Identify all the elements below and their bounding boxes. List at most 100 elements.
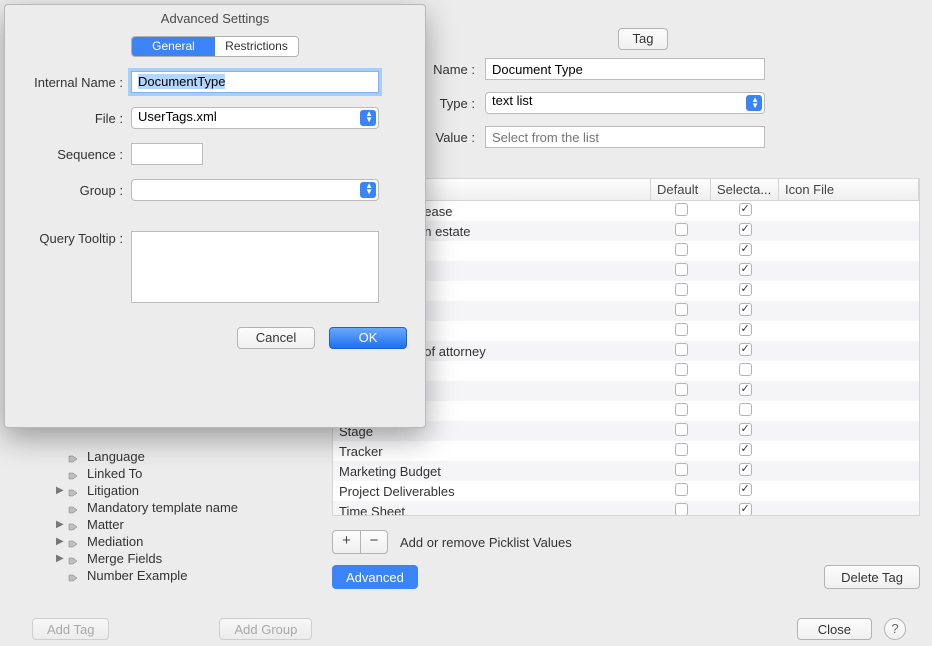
sidebar-item[interactable]: Linked To: [38, 465, 298, 482]
advanced-settings-dialog: Advanced Settings General Restrictions I…: [4, 4, 426, 428]
add-picklist-button[interactable]: +: [332, 530, 360, 554]
cell-selectable[interactable]: [711, 203, 779, 219]
disclosure-icon[interactable]: ▶: [56, 553, 68, 564]
type-select[interactable]: text list ▲▼: [485, 92, 765, 114]
tab-restrictions[interactable]: Restrictions: [215, 37, 298, 56]
cell-default[interactable]: [651, 483, 711, 499]
th-iconfile[interactable]: Icon File: [779, 179, 919, 200]
dialog-tabs: General Restrictions: [131, 36, 299, 57]
cell-default[interactable]: [651, 223, 711, 239]
cell-selectable[interactable]: [711, 403, 779, 419]
sidebar-item-label: Mandatory template name: [87, 500, 238, 515]
table-row[interactable]: Marketing Budget: [333, 461, 919, 481]
sequence-input[interactable]: [131, 143, 203, 165]
disclosure-icon[interactable]: ▶: [56, 519, 68, 530]
cell-default[interactable]: [651, 303, 711, 319]
table-row[interactable]: Tracker: [333, 441, 919, 461]
ok-button[interactable]: OK: [329, 327, 407, 349]
cell-selectable[interactable]: [711, 283, 779, 299]
picklist-controls: + − Add or remove Picklist Values: [332, 530, 920, 554]
th-default[interactable]: Default: [651, 179, 711, 200]
cell-selectable[interactable]: [711, 363, 779, 379]
cell-selectable[interactable]: [711, 483, 779, 499]
cell-default[interactable]: [651, 343, 711, 359]
picklist-label: Add or remove Picklist Values: [400, 535, 572, 550]
tag-tree[interactable]: Language Linked To ▶ Litigation Mandatory te…: [38, 448, 298, 584]
disclosure-icon[interactable]: ▶: [56, 536, 68, 547]
sidebar-item-label: Litigation: [87, 483, 139, 498]
internal-name-label: Internal Name :: [15, 75, 131, 90]
file-select-value: UserTags.xml: [138, 109, 217, 124]
cell-default[interactable]: [651, 403, 711, 419]
th-selectable[interactable]: Selecta...: [711, 179, 779, 200]
sidebar-item[interactable]: Language: [38, 448, 298, 465]
cell-selectable[interactable]: [711, 463, 779, 479]
tooltip-textarea[interactable]: [131, 231, 379, 303]
tab-general[interactable]: General: [132, 37, 215, 56]
file-label: File :: [15, 111, 131, 126]
cell-value: Tracker: [333, 444, 651, 459]
cell-default[interactable]: [651, 263, 711, 279]
tag-icon: [68, 503, 82, 513]
tag-icon: [68, 469, 82, 479]
delete-tag-button[interactable]: Delete Tag: [824, 565, 920, 589]
sidebar-item-label: Language: [87, 449, 145, 464]
add-group-button[interactable]: Add Group: [219, 618, 312, 640]
help-button[interactable]: ?: [884, 618, 906, 640]
sidebar-item-label: Linked To: [87, 466, 142, 481]
internal-name-input[interactable]: DocumentType: [131, 71, 379, 93]
cell-selectable[interactable]: [711, 323, 779, 339]
sidebar-item[interactable]: ▶ Mediation: [38, 533, 298, 550]
group-select[interactable]: ▲▼: [131, 179, 379, 201]
cell-default[interactable]: [651, 443, 711, 459]
tag-icon: [68, 554, 82, 564]
sidebar-item[interactable]: ▶ Litigation: [38, 482, 298, 499]
chevron-updown-icon: ▲▼: [365, 111, 373, 123]
bottom-left-buttons: Add Tag Add Group: [32, 618, 312, 640]
cell-selectable[interactable]: [711, 243, 779, 259]
group-label: Group :: [15, 183, 131, 198]
cell-default[interactable]: [651, 283, 711, 299]
sidebar-item-label: Mediation: [87, 534, 143, 549]
sidebar-item[interactable]: ▶ Merge Fields: [38, 550, 298, 567]
remove-picklist-button[interactable]: −: [360, 530, 388, 554]
advanced-button[interactable]: Advanced: [332, 565, 418, 589]
sequence-label: Sequence :: [15, 147, 131, 162]
sidebar-item[interactable]: ▶ Matter: [38, 516, 298, 533]
add-tag-button[interactable]: Add Tag: [32, 618, 109, 640]
value-input[interactable]: [485, 126, 765, 148]
tag-icon: [68, 486, 82, 496]
cancel-button[interactable]: Cancel: [237, 327, 315, 349]
cell-value: Time Sheet: [333, 504, 651, 516]
cell-selectable[interactable]: [711, 263, 779, 279]
type-select-value: text list: [492, 93, 532, 108]
cell-selectable[interactable]: [711, 503, 779, 515]
table-row[interactable]: Time Sheet: [333, 501, 919, 515]
cell-default[interactable]: [651, 383, 711, 399]
cell-selectable[interactable]: [711, 443, 779, 459]
sidebar-item-label: Matter: [87, 517, 124, 532]
tag-toggle-button[interactable]: Tag: [618, 28, 668, 50]
sidebar-item-label: Number Example: [87, 568, 187, 583]
cell-selectable[interactable]: [711, 423, 779, 439]
name-input[interactable]: [485, 58, 765, 80]
cell-default[interactable]: [651, 463, 711, 479]
sidebar-item[interactable]: Mandatory template name: [38, 499, 298, 516]
cell-selectable[interactable]: [711, 223, 779, 239]
close-button[interactable]: Close: [797, 618, 872, 640]
tag-icon: [68, 537, 82, 547]
cell-default[interactable]: [651, 503, 711, 515]
cell-selectable[interactable]: [711, 343, 779, 359]
cell-default[interactable]: [651, 323, 711, 339]
sidebar-item[interactable]: Number Example: [38, 567, 298, 584]
cell-default[interactable]: [651, 243, 711, 259]
cell-default[interactable]: [651, 363, 711, 379]
cell-selectable[interactable]: [711, 383, 779, 399]
cell-default[interactable]: [651, 423, 711, 439]
cell-selectable[interactable]: [711, 303, 779, 319]
cell-default[interactable]: [651, 203, 711, 219]
sidebar-item-label: Merge Fields: [87, 551, 162, 566]
file-select[interactable]: UserTags.xml ▲▼: [131, 107, 379, 129]
disclosure-icon[interactable]: ▶: [56, 485, 68, 496]
table-row[interactable]: Project Deliverables: [333, 481, 919, 501]
